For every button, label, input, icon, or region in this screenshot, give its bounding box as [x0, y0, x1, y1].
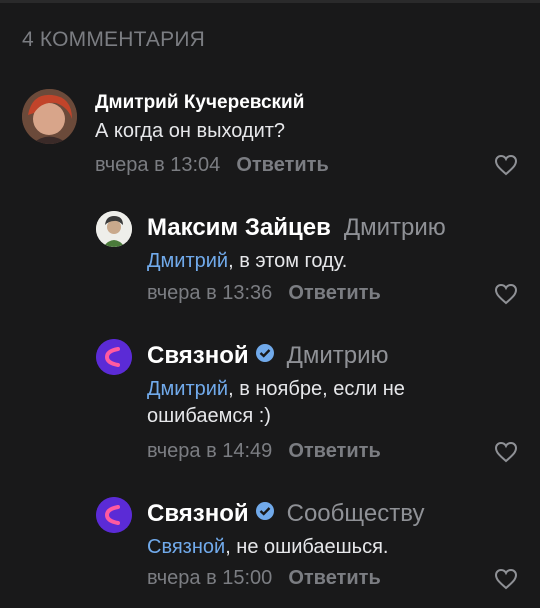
comments-count: 4 КОММЕНТАРИЯ — [22, 28, 206, 51]
heart-icon[interactable] — [494, 441, 518, 468]
comment-date[interactable]: вчера в 13:36 — [147, 282, 272, 304]
reply-button[interactable]: Ответить — [288, 440, 380, 462]
reply-to-target[interactable]: Дмитрию — [287, 342, 389, 370]
comment-text: А когда он выходит? — [95, 120, 286, 142]
comment-author[interactable]: Связной — [147, 500, 249, 528]
mention-link[interactable]: Дмитрий — [147, 378, 228, 400]
reply-to-target[interactable]: Дмитрию — [344, 214, 446, 242]
verified-icon — [255, 500, 275, 528]
mention-link[interactable]: Дмитрий — [147, 250, 228, 272]
avatar[interactable] — [96, 211, 132, 247]
heart-icon[interactable] — [494, 154, 518, 181]
reply-button[interactable]: Ответить — [288, 282, 380, 304]
heart-icon[interactable] — [494, 568, 518, 595]
comment-text: Дмитрий, в ноябре, если не ошибаемся :) — [147, 378, 405, 427]
comment-author[interactable]: Дмитрий Кучеревский — [95, 92, 304, 114]
comment-author[interactable]: Максим Зайцев — [147, 214, 331, 242]
comment-date[interactable]: вчера в 14:49 — [147, 440, 272, 462]
reply-button[interactable]: Ответить — [236, 154, 328, 176]
verified-icon — [255, 342, 275, 370]
avatar[interactable] — [22, 89, 77, 144]
comment-date[interactable]: вчера в 13:04 — [95, 154, 220, 176]
top-divider — [0, 0, 540, 3]
reply-button[interactable]: Ответить — [288, 567, 380, 589]
comment-author[interactable]: Связной — [147, 342, 249, 370]
comment-text: Дмитрий, в этом году. — [147, 250, 348, 272]
svyaznoy-logo-icon[interactable] — [96, 497, 132, 533]
comment-text: Связной, не ошибаешься. — [147, 536, 389, 558]
mention-link[interactable]: Связной — [147, 536, 225, 558]
reply-to-target[interactable]: Сообществу — [287, 500, 425, 528]
svyaznoy-logo-icon[interactable] — [96, 339, 132, 375]
heart-icon[interactable] — [494, 283, 518, 310]
comment-date[interactable]: вчера в 15:00 — [147, 567, 272, 589]
